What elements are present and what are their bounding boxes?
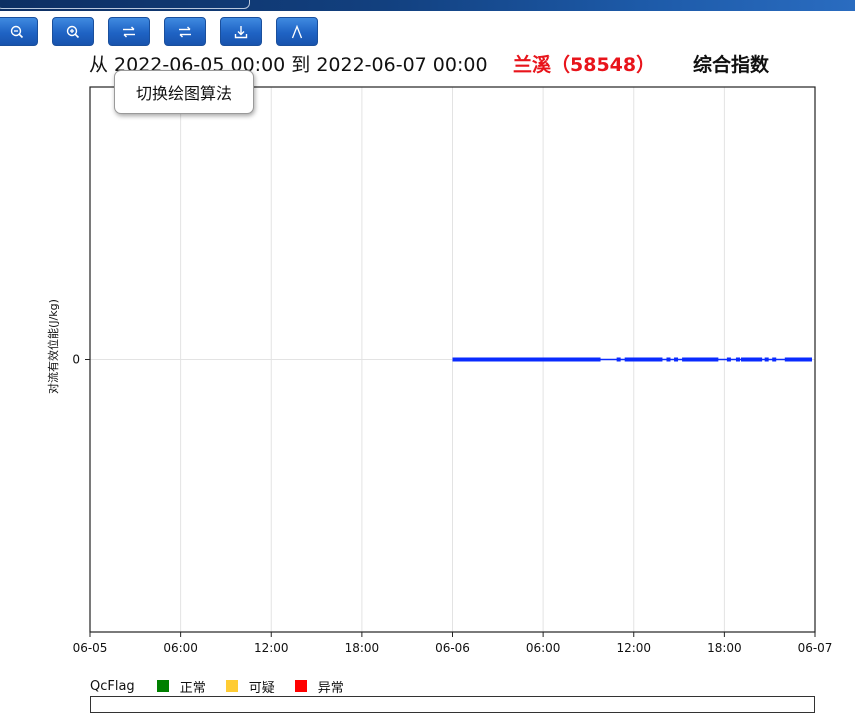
y-tick-label: 0	[72, 353, 80, 367]
series-point	[616, 357, 621, 362]
legend-label-abnormal: 异常	[317, 680, 344, 696]
series-point	[674, 357, 679, 362]
qc-detail-box	[90, 696, 815, 713]
series-point	[772, 357, 777, 362]
x-tick-label: 12:00	[616, 641, 651, 655]
x-tick-label: 06-07	[798, 641, 833, 655]
series-point	[735, 357, 740, 362]
legend-item-suspect: 可疑	[225, 677, 275, 696]
x-tick-label: 06-06	[435, 641, 470, 655]
legend-item-normal: 正常	[156, 677, 206, 696]
legend-title: QcFlag	[90, 678, 135, 694]
series-point	[649, 357, 654, 362]
x-tick-label: 12:00	[254, 641, 289, 655]
legend-swatch-abnormal	[294, 680, 307, 692]
x-tick-label: 18:00	[707, 641, 742, 655]
legend-item-abnormal: 异常	[294, 677, 344, 696]
series-point	[666, 357, 671, 362]
x-tick-label: 06:00	[163, 641, 198, 655]
legend-swatch-suspect	[225, 680, 238, 692]
series-point	[726, 357, 731, 362]
series-point	[764, 357, 769, 362]
switch-algorithm-tooltip: 切换绘图算法	[114, 70, 254, 114]
legend-swatch-normal	[156, 680, 169, 692]
y-axis-label: 对流有效位能(J/kg)	[46, 299, 60, 394]
legend-label-normal: 正常	[179, 680, 206, 696]
x-tick-label: 06-05	[73, 641, 108, 655]
x-tick-label: 18:00	[345, 641, 380, 655]
x-tick-label: 06:00	[526, 641, 561, 655]
legend-label-suspect: 可疑	[248, 680, 275, 696]
qcflag-legend: QcFlag 正常 可疑 异常	[90, 677, 364, 696]
series-point	[636, 357, 641, 362]
